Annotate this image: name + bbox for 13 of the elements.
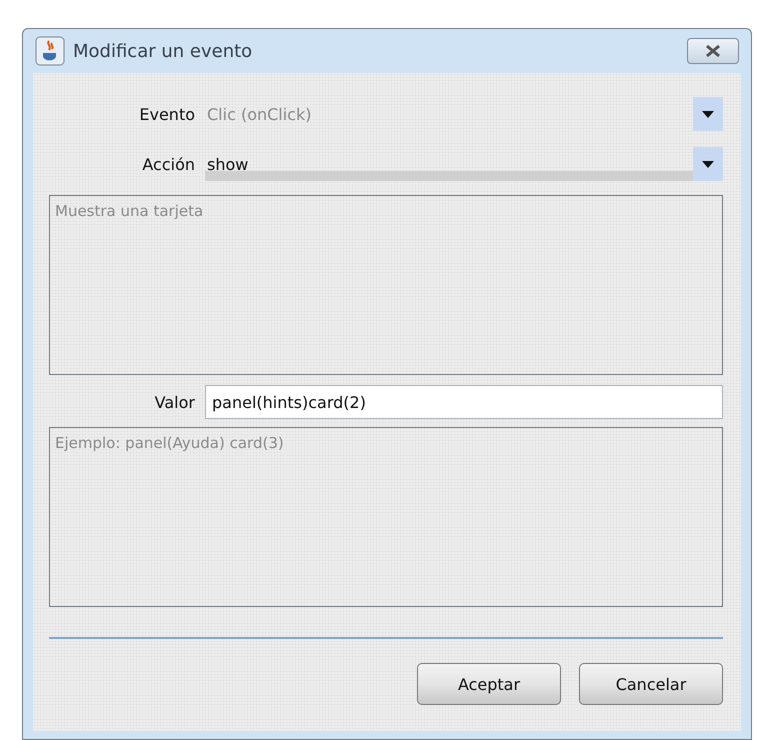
dialog-button[interactable]: Cancelar [579, 663, 723, 705]
field-label: Valor [154, 392, 195, 412]
field-label: Evento [138, 104, 195, 124]
dialog-button[interactable]: Aceptar [417, 663, 561, 705]
window-title: Modificar un evento [73, 40, 254, 62]
close-button[interactable] [687, 38, 739, 64]
dropdown[interactable]: show [205, 147, 723, 181]
close-icon [704, 44, 722, 58]
field-label: Acción [141, 154, 195, 174]
value-input[interactable]: panel(hints)card(2) [205, 385, 723, 419]
cup-icon [35, 36, 65, 66]
description-text: Muestra una tarjeta [49, 195, 723, 375]
example-text: Ejemplo: panel(Ayuda) card(3) [49, 427, 723, 607]
